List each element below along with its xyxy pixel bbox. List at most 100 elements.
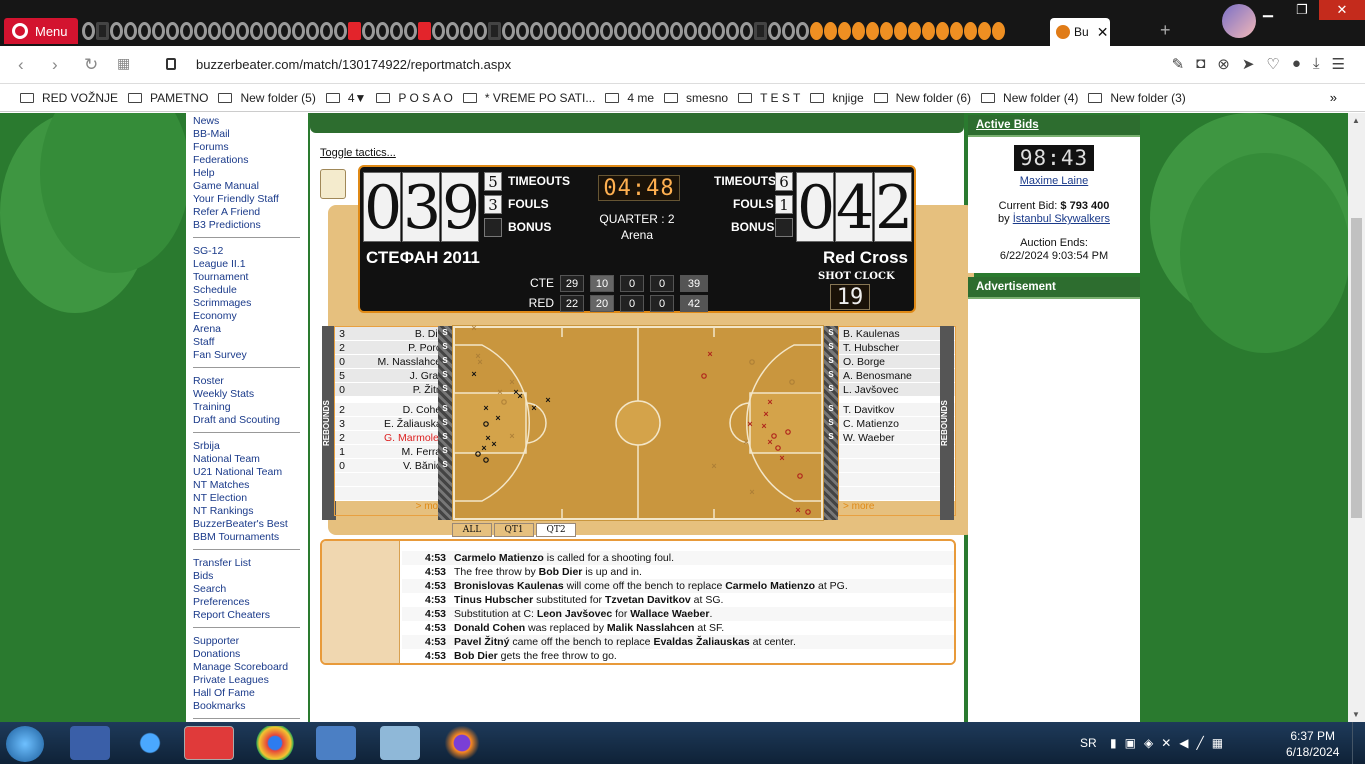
roster-row[interactable]: 2 D. Cohen	[335, 403, 451, 417]
nav-link[interactable]: Search	[193, 583, 308, 596]
nav-link[interactable]: Private Leagues	[193, 674, 308, 687]
nav-link[interactable]: Draft and Scouting	[193, 414, 308, 427]
substitute-s-icon[interactable]: S	[824, 430, 838, 444]
tab-favicon-icon[interactable]	[460, 22, 473, 40]
tab-favicon-icon[interactable]	[446, 22, 459, 40]
tab-favicon-icon[interactable]	[642, 22, 655, 40]
tab-favicon-icon[interactable]	[82, 22, 95, 40]
bookmark-folder[interactable]: smesno	[664, 91, 728, 105]
player-name[interactable]: M. Ferran	[349, 446, 451, 458]
tab-grid-icon[interactable]: ▦	[117, 55, 130, 72]
player-name[interactable]: T. Hubscher	[839, 342, 941, 354]
tab-favicon-icon[interactable]	[124, 22, 137, 40]
heart-icon[interactable]: ♡	[1266, 55, 1279, 73]
tab-favicon-icon[interactable]	[222, 22, 235, 40]
floppy-app-icon[interactable]	[70, 726, 110, 760]
lock-icon[interactable]	[166, 58, 176, 70]
internet-explorer-icon[interactable]	[130, 726, 170, 760]
tab-favicon-icon[interactable]	[978, 22, 991, 40]
tab-favicon-icon[interactable]	[320, 22, 333, 40]
tab-favicon-icon[interactable]	[544, 22, 557, 40]
clock[interactable]: 6:37 PM 6/18/2024	[1286, 728, 1339, 760]
reload-icon[interactable]: ↻	[84, 55, 98, 75]
roster-row[interactable]: L. Javšovec1	[839, 383, 955, 397]
substitute-s-icon[interactable]: S	[438, 340, 452, 354]
tab-favicon-icon[interactable]	[922, 22, 935, 40]
player-name[interactable]: O. Borge	[839, 356, 941, 368]
tab-favicon-icon[interactable]	[278, 22, 291, 40]
tab-favicon-icon[interactable]	[376, 22, 389, 40]
forward-icon[interactable]: ›	[52, 55, 58, 75]
player-name[interactable]: A. Benosmane	[839, 370, 941, 382]
tab-favicon-icon[interactable]	[768, 22, 781, 40]
player-name[interactable]: M. Nasslahcen	[349, 356, 451, 368]
nav-link[interactable]: U21 National Team	[193, 466, 308, 479]
player-name[interactable]: L. Javšovec	[839, 384, 941, 396]
tab-favicon-icon[interactable]	[628, 22, 641, 40]
tab-favicon-icon[interactable]	[950, 22, 963, 40]
tab-favicon-icon[interactable]	[502, 22, 515, 40]
tab-favicon-icon[interactable]	[138, 22, 151, 40]
tab-favicon-icon[interactable]	[264, 22, 277, 40]
apps-grid-icon[interactable]: ▦	[1212, 736, 1223, 750]
tab-favicon-icon[interactable]	[306, 22, 319, 40]
nav-link[interactable]: Report Cheaters	[193, 609, 308, 622]
roster-row[interactable]: 0 V. Bănica	[335, 459, 451, 473]
tab-favicon-icon[interactable]	[782, 22, 795, 40]
tab-favicon-icon[interactable]	[908, 22, 921, 40]
substitute-s-icon[interactable]: S	[438, 382, 452, 396]
player-name[interactable]: B. Dier	[349, 328, 451, 340]
close-tab-icon[interactable]: ✕	[1097, 24, 1109, 41]
tab-favicon-icon[interactable]	[530, 22, 543, 40]
firefox-icon[interactable]	[442, 726, 482, 760]
volume-icon[interactable]: ◀	[1179, 736, 1188, 750]
tab-favicon-icon[interactable]	[110, 22, 123, 40]
opera-app-icon[interactable]	[184, 726, 234, 760]
player-name[interactable]: W. Waeber	[839, 432, 941, 444]
nav-link[interactable]: Weekly Stats	[193, 388, 308, 401]
substitute-s-icon[interactable]: S	[438, 458, 452, 472]
nav-link[interactable]: Supporter	[193, 635, 308, 648]
player-name[interactable]: C. Matienzo	[839, 418, 941, 430]
substitute-s-icon[interactable]: S	[438, 444, 452, 458]
bid-player-link[interactable]: Maxime Laine	[1020, 175, 1088, 187]
nav-link[interactable]: Fan Survey	[193, 349, 308, 362]
more-players-link[interactable]: > more	[335, 501, 451, 515]
minimize-icon[interactable]: ▁	[1251, 0, 1285, 20]
send-icon[interactable]: ➤	[1242, 55, 1255, 73]
scroll-down-icon[interactable]: ▼	[1352, 710, 1360, 719]
player-name[interactable]: V. Bănica	[349, 460, 451, 472]
substitute-s-icon[interactable]: S	[824, 368, 838, 382]
tab-favicon-icon[interactable]	[194, 22, 207, 40]
tab-favicon-icon[interactable]	[488, 22, 501, 40]
tab-favicon-icon[interactable]	[390, 22, 403, 40]
back-icon[interactable]: ‹	[18, 55, 24, 75]
substitute-s-icon[interactable]: S	[438, 326, 452, 340]
bookmarks-more-icon[interactable]: »	[1330, 90, 1337, 105]
tab-favicon-icon[interactable]	[894, 22, 907, 40]
nav-link[interactable]: Hall Of Fame	[193, 687, 308, 700]
player-name[interactable]: B. Kaulenas	[839, 328, 941, 340]
tab-favicon-icon[interactable]	[880, 22, 893, 40]
settings-icon[interactable]: ☰	[1332, 55, 1345, 73]
scroll-thumb[interactable]	[1351, 218, 1362, 518]
substitute-s-icon[interactable]: S	[824, 354, 838, 368]
roster-row[interactable]: 0 P. Žitný	[335, 383, 451, 397]
tab-favicon-icon[interactable]	[208, 22, 221, 40]
bidder-link[interactable]: İstanbul Skywalkers	[1013, 213, 1110, 225]
edit-icon[interactable]: ✎	[1172, 55, 1185, 73]
player-name[interactable]: P. Žitný	[349, 384, 451, 396]
tab-favicon-icon[interactable]	[418, 22, 431, 40]
close-window-icon[interactable]: ✕	[1319, 0, 1365, 20]
bookmark-folder[interactable]: P O S A O	[376, 91, 453, 105]
url-field[interactable]: buzzerbeater.com/match/130174922/reportm…	[196, 57, 511, 72]
new-tab-icon[interactable]: +	[1160, 20, 1171, 41]
roster-row[interactable]: 3 E. Žaliauskas	[335, 417, 451, 431]
shield-icon[interactable]: ◈	[1144, 736, 1153, 750]
nav-link[interactable]: Staff	[193, 336, 308, 349]
maximize-icon[interactable]: ❐	[1285, 0, 1319, 20]
tab-favicon-icon[interactable]	[698, 22, 711, 40]
nav-link[interactable]: Scrimmages	[193, 297, 308, 310]
bookmark-folder[interactable]: 4▼	[325, 91, 366, 105]
player-name[interactable]: G. Marmolejo	[349, 432, 451, 444]
